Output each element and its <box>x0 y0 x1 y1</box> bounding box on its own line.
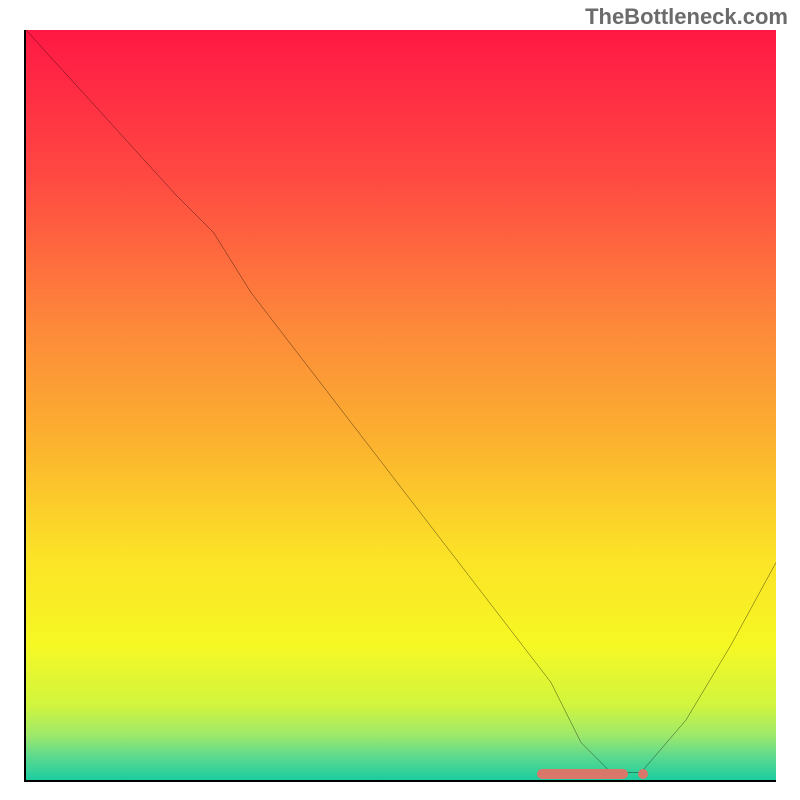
watermark-text: TheBottleneck.com <box>585 4 788 30</box>
chart-plot-area <box>24 30 776 782</box>
chart-curve <box>26 30 776 780</box>
optimal-range-marker <box>537 769 627 779</box>
